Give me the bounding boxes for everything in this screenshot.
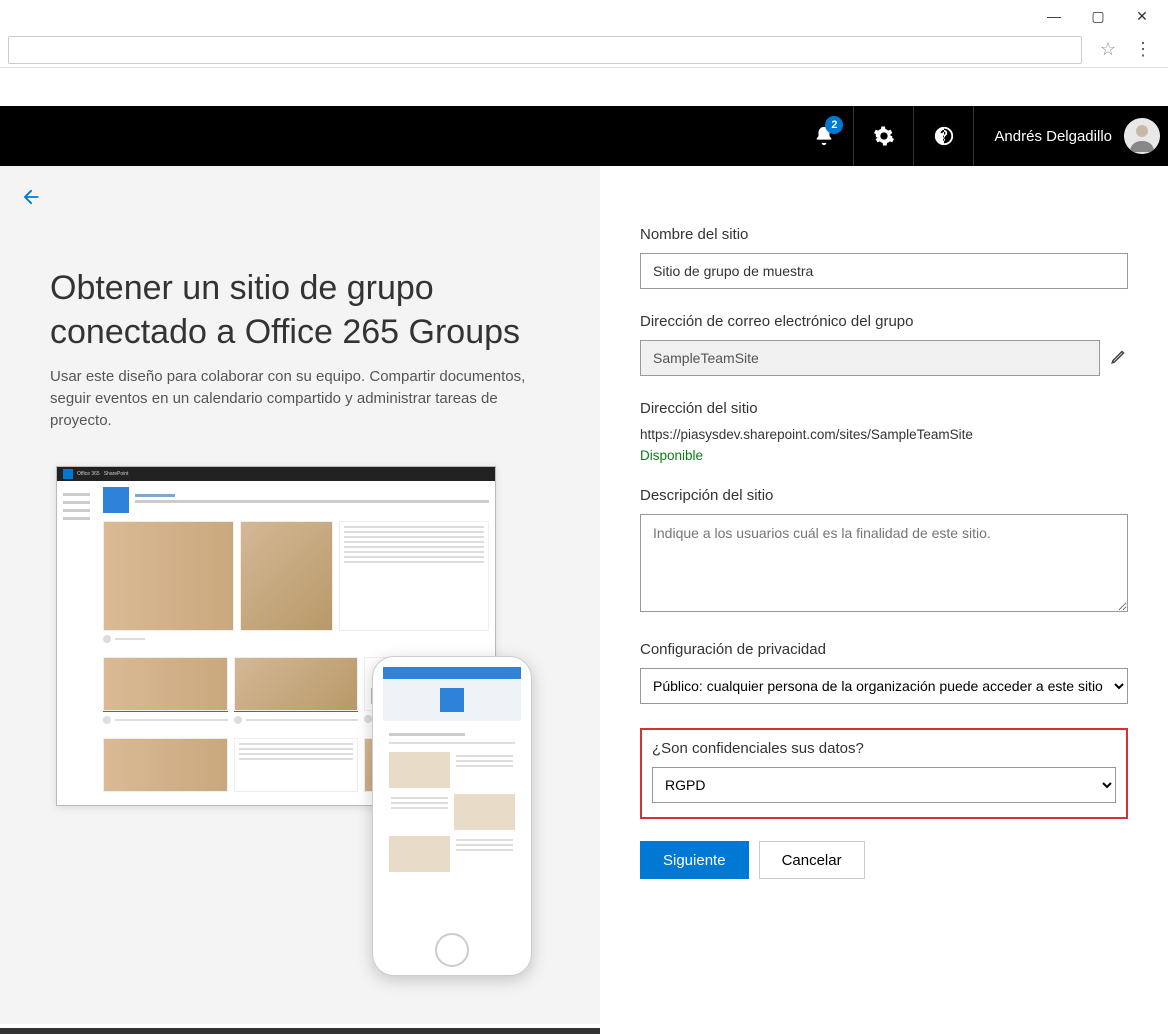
next-button[interactable]: Siguiente <box>640 841 749 879</box>
site-description-input[interactable] <box>640 514 1128 612</box>
confidentiality-select[interactable]: RGPD <box>652 767 1116 803</box>
favorite-icon[interactable]: ☆ <box>1100 39 1116 60</box>
close-button[interactable]: ✕ <box>1120 8 1164 25</box>
template-preview: Office 365SharePoint <box>50 466 550 966</box>
address-bar[interactable] <box>8 36 1082 64</box>
confidentiality-label: ¿Son confidenciales sus datos? <box>652 740 1116 757</box>
notifications-button[interactable]: 2 <box>794 106 854 166</box>
notification-badge: 2 <box>825 116 843 134</box>
page-title: Obtener un sitio de grupo conectado a Of… <box>50 266 550 354</box>
site-name-label: Nombre del sitio <box>640 226 1128 243</box>
cancel-button[interactable]: Cancelar <box>759 841 865 879</box>
help-button[interactable] <box>914 106 974 166</box>
site-description-label: Descripción del sitio <box>640 487 1128 504</box>
browser-menu-icon[interactable]: ⋮ <box>1126 39 1160 60</box>
group-email-label: Dirección de correo electrónico del grup… <box>640 313 1128 330</box>
availability-status: Disponible <box>640 448 1128 463</box>
avatar <box>1124 118 1160 154</box>
group-email-input[interactable] <box>640 340 1100 376</box>
minimize-button[interactable]: — <box>1032 8 1076 24</box>
pencil-icon <box>1110 347 1128 365</box>
user-name-label: Andrés Delgadillo <box>994 128 1112 145</box>
site-address-label: Dirección del sitio <box>640 400 1128 417</box>
site-name-input[interactable] <box>640 253 1128 289</box>
confidentiality-section: ¿Son confidenciales sus datos? RGPD <box>640 728 1128 819</box>
back-button[interactable] <box>20 186 42 213</box>
gear-icon <box>873 125 895 147</box>
question-icon <box>933 125 955 147</box>
settings-button[interactable] <box>854 106 914 166</box>
page-subtitle: Usar este diseño para colaborar con su e… <box>50 366 550 431</box>
arrow-left-icon <box>20 186 42 208</box>
edit-email-button[interactable] <box>1110 347 1128 370</box>
maximize-button[interactable]: ▢ <box>1076 8 1120 25</box>
user-menu[interactable]: Andrés Delgadillo <box>974 106 1168 166</box>
privacy-select[interactable]: Público: cualquier persona de la organiz… <box>640 668 1128 704</box>
privacy-label: Configuración de privacidad <box>640 641 1128 658</box>
site-url: https://piasysdev.sharepoint.com/sites/S… <box>640 427 1128 442</box>
